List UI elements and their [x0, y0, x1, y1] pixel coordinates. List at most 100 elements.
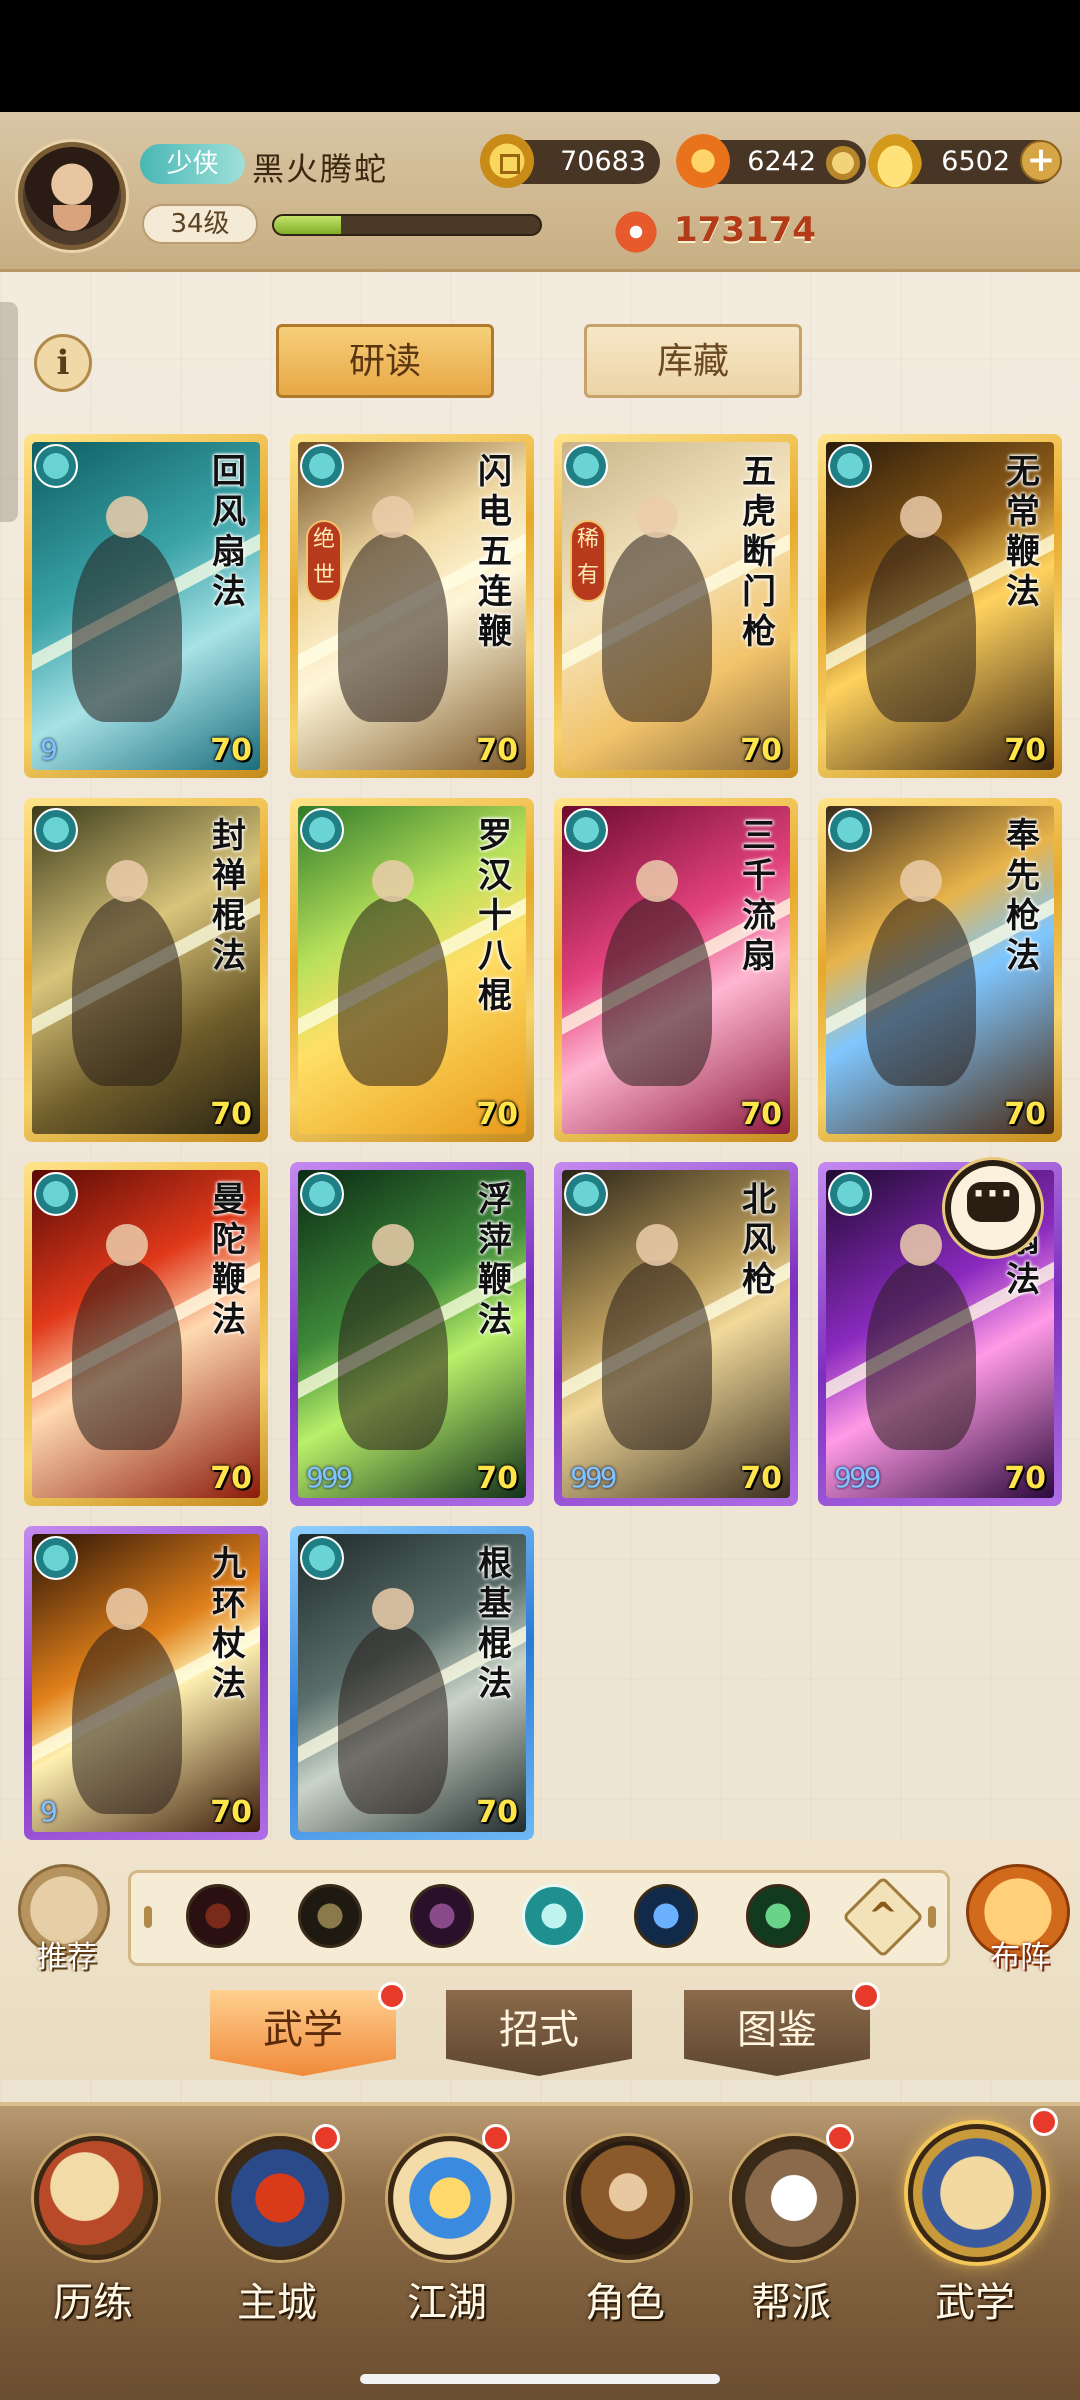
school-fan-icon — [828, 1172, 872, 1216]
skill-card-name: 闪电五连鞭 — [478, 452, 512, 652]
skill-card-name: 北风枪 — [742, 1180, 776, 1300]
school-fan-icon — [300, 1536, 344, 1580]
skill-card[interactable]: 北风枪 999 70 — [554, 1162, 798, 1506]
martial-artist-figure — [866, 1224, 976, 1450]
nav-trial-label: 历练 — [53, 2280, 133, 2326]
martial-artist-figure — [338, 496, 448, 722]
martial-artist-figure — [72, 860, 182, 1086]
skill-orbs: 9 — [40, 1795, 58, 1828]
subtab-moves[interactable]: 招式 — [446, 1990, 632, 2076]
skill-card[interactable]: 罗汉十八棍 70 — [290, 798, 534, 1142]
school-fan-icon — [828, 444, 872, 488]
skill-card-name: 九环杖法 — [212, 1544, 246, 1704]
skill-card[interactable]: 三千流扇 70 — [554, 798, 798, 1142]
skill-card[interactable]: 九环杖法 9 70 — [24, 1526, 268, 1840]
nav-martial-notification-dot — [1030, 2108, 1058, 2136]
skill-orbs: 999 — [570, 1461, 617, 1494]
subtab-martial[interactable]: 武学 — [210, 1990, 396, 2076]
status-bar — [0, 0, 1080, 112]
player-name: 黑火腾蛇 — [252, 150, 389, 188]
filter-bar-ornament-left — [144, 1906, 152, 1928]
skill-card-art: 无常鞭法 70 — [826, 442, 1054, 770]
martial-scroll-icon — [908, 2124, 1046, 2262]
martial-artist-figure — [72, 1588, 182, 1814]
skill-card-name: 回风扇法 — [212, 452, 246, 612]
martial-artist-figure — [338, 1224, 448, 1450]
school-fan-icon — [300, 808, 344, 852]
skill-card[interactable]: 曼陀鞭法 70 — [24, 1162, 268, 1506]
skill-card-level: 70 — [1004, 733, 1046, 768]
school-fan-icon — [564, 1172, 608, 1216]
skill-card-art: 闪电五连鞭 绝世 70 — [298, 442, 526, 770]
filter-taiji-icon[interactable] — [634, 1884, 698, 1948]
skill-card[interactable]: 封禅棍法 70 — [24, 798, 268, 1142]
player-avatar[interactable] — [18, 142, 126, 250]
martial-artist-figure — [602, 860, 712, 1086]
nav-guild-notification-dot — [826, 2124, 854, 2152]
nav-city[interactable]: 主城 — [202, 2120, 352, 2340]
skill-card-name: 五虎断门枪 — [742, 452, 776, 652]
rarity-tag: 绝世 — [306, 520, 342, 602]
skill-orbs: 999 — [306, 1461, 353, 1494]
player-header: 少侠 黑火腾蛇 34级 70683 6242 6502 + 173174 — [0, 112, 1080, 272]
trial-icon — [34, 2136, 158, 2260]
nav-jianghu[interactable]: 江湖 — [372, 2120, 522, 2340]
skill-card[interactable]: 奉先枪法 70 — [818, 798, 1062, 1142]
skill-orbs: 9 — [40, 733, 58, 766]
formation-label: 布阵 — [990, 1940, 1050, 1975]
skill-card[interactable]: 回风扇法 9 70 — [24, 434, 268, 778]
nav-guild-label: 帮派 — [751, 2280, 831, 2326]
skill-card-level: 70 — [476, 1461, 518, 1496]
skill-card[interactable]: 无常鞭法 70 — [818, 434, 1062, 778]
nav-trial[interactable]: 历练 — [18, 2120, 168, 2340]
copper-coin-icon — [480, 134, 534, 188]
token-icon[interactable] — [826, 146, 860, 180]
chat-icon — [967, 1174, 1019, 1222]
skill-card-level: 70 — [1004, 1461, 1046, 1496]
skill-card-art: 五虎断门枪 稀有 70 — [562, 442, 790, 770]
chat-bubble-button[interactable] — [945, 1160, 1041, 1256]
filter-sword-icon[interactable] — [298, 1884, 362, 1948]
martial-artist-figure — [602, 496, 712, 722]
school-fan-icon — [34, 1172, 78, 1216]
nav-guild[interactable]: 帮派 — [716, 2120, 866, 2340]
add-gold-button[interactable]: + — [1020, 140, 1062, 182]
skill-card-name: 曼陀鞭法 — [212, 1180, 246, 1340]
home-indicator[interactable] — [360, 2374, 720, 2384]
nav-city-notification-dot — [312, 2124, 340, 2152]
martial-artist-figure — [338, 1588, 448, 1814]
guild-icon — [732, 2136, 856, 2260]
filter-heal-icon[interactable] — [746, 1884, 810, 1948]
school-fan-icon — [564, 444, 608, 488]
skill-card[interactable]: 五虎断门枪 稀有 70 — [554, 434, 798, 778]
skill-card-art: 回风扇法 9 70 — [32, 442, 260, 770]
skill-card[interactable]: 浮萍鞭法 999 70 — [290, 1162, 534, 1506]
school-fan-icon — [34, 1536, 78, 1580]
skill-card-art: 根基棍法 70 — [298, 1534, 526, 1832]
filter-bar-ornament-right — [928, 1906, 936, 1928]
tab-storage[interactable]: 库藏 — [584, 324, 802, 398]
gold-ingot-icon — [868, 134, 922, 188]
skill-card-art: 封禅棍法 70 — [32, 806, 260, 1134]
filter-fan-icon[interactable] — [522, 1884, 586, 1948]
filter-claw-icon[interactable] — [410, 1884, 474, 1948]
skill-card-level: 70 — [740, 1461, 782, 1496]
subtab-atlas[interactable]: 图鉴 — [684, 1990, 870, 2076]
skill-card[interactable]: 闪电五连鞭 绝世 70 — [290, 434, 534, 778]
skill-card-art: 浮萍鞭法 999 70 — [298, 1170, 526, 1498]
skill-card-level: 70 — [210, 1097, 252, 1132]
skill-card-level: 70 — [476, 1795, 518, 1830]
skill-orbs: 999 — [834, 1461, 881, 1494]
skill-card[interactable]: 根基棍法 70 — [290, 1526, 534, 1840]
info-button[interactable]: i — [34, 334, 92, 392]
filter-blade-icon[interactable] — [186, 1884, 250, 1948]
tab-study[interactable]: 研读 — [276, 324, 494, 398]
skill-card-art: 奉先枪法 70 — [826, 806, 1054, 1134]
nav-character[interactable]: 角色 — [550, 2120, 700, 2340]
nav-jianghu-notification-dot — [482, 2124, 510, 2152]
nav-character-label: 角色 — [585, 2280, 665, 2326]
skill-card-level: 70 — [210, 733, 252, 768]
exp-bar — [272, 214, 542, 236]
nav-martial[interactable]: 武学 — [900, 2108, 1058, 2328]
side-drawer-handle[interactable] — [0, 302, 18, 522]
